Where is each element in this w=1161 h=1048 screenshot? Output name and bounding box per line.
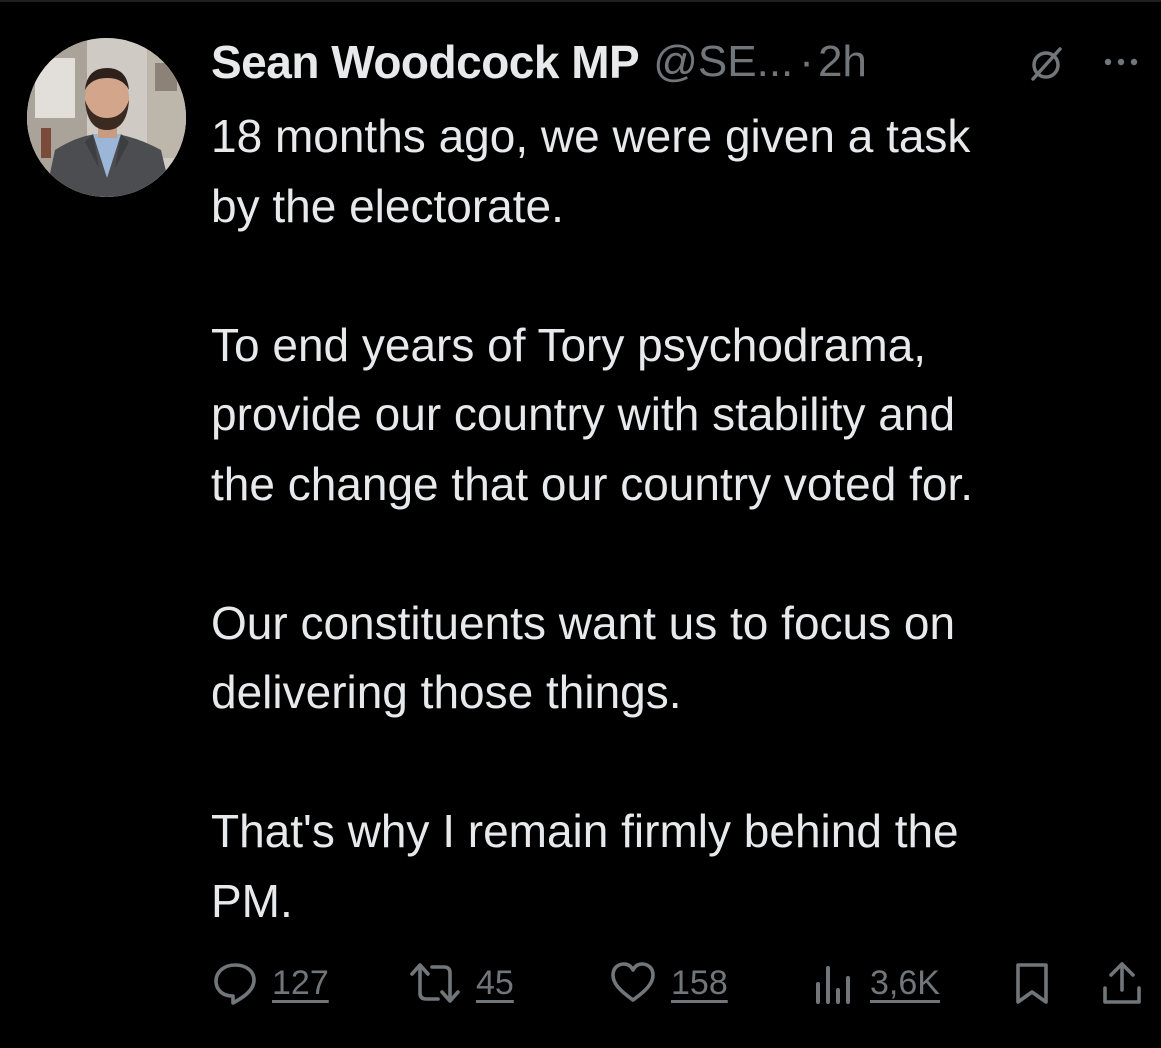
views-count[interactable]: 3,6K [870,964,940,1003]
like-button[interactable]: 158 [609,952,728,1014]
share-icon [1103,962,1141,1004]
repost-count[interactable]: 45 [476,964,514,1003]
avatar-photo [27,38,186,197]
user-handle[interactable]: @SE... [653,37,793,87]
bookmark-button[interactable] [1012,952,1052,1014]
bookmark-icon [1016,963,1048,1004]
reply-count[interactable]: 127 [272,964,329,1003]
avatar[interactable] [27,38,186,197]
timestamp[interactable]: 2h [818,37,867,87]
views-button[interactable]: 3,6K [812,952,940,1014]
more-icon[interactable] [1101,52,1141,72]
display-name[interactable]: Sean Woodcock MP [211,35,640,89]
repost-icon [410,963,460,1003]
separator-dot: · [799,37,814,86]
share-button[interactable] [1100,952,1144,1014]
reply-icon [214,963,256,1005]
heart-icon [611,962,655,1002]
top-divider [0,0,1161,2]
views-icon [816,966,850,1004]
repost-button[interactable]: 45 [408,952,514,1014]
grok-icon[interactable] [1026,44,1066,84]
reply-button[interactable]: 127 [212,952,329,1014]
tweet-header: Sean Woodcock MP @SE... · 2h [211,32,1151,92]
action-bar: 127 45 158 3,6K [0,952,1161,1014]
tweet-text: 18 months ago, we were given a task by t… [211,110,974,927]
like-count[interactable]: 158 [671,964,728,1003]
